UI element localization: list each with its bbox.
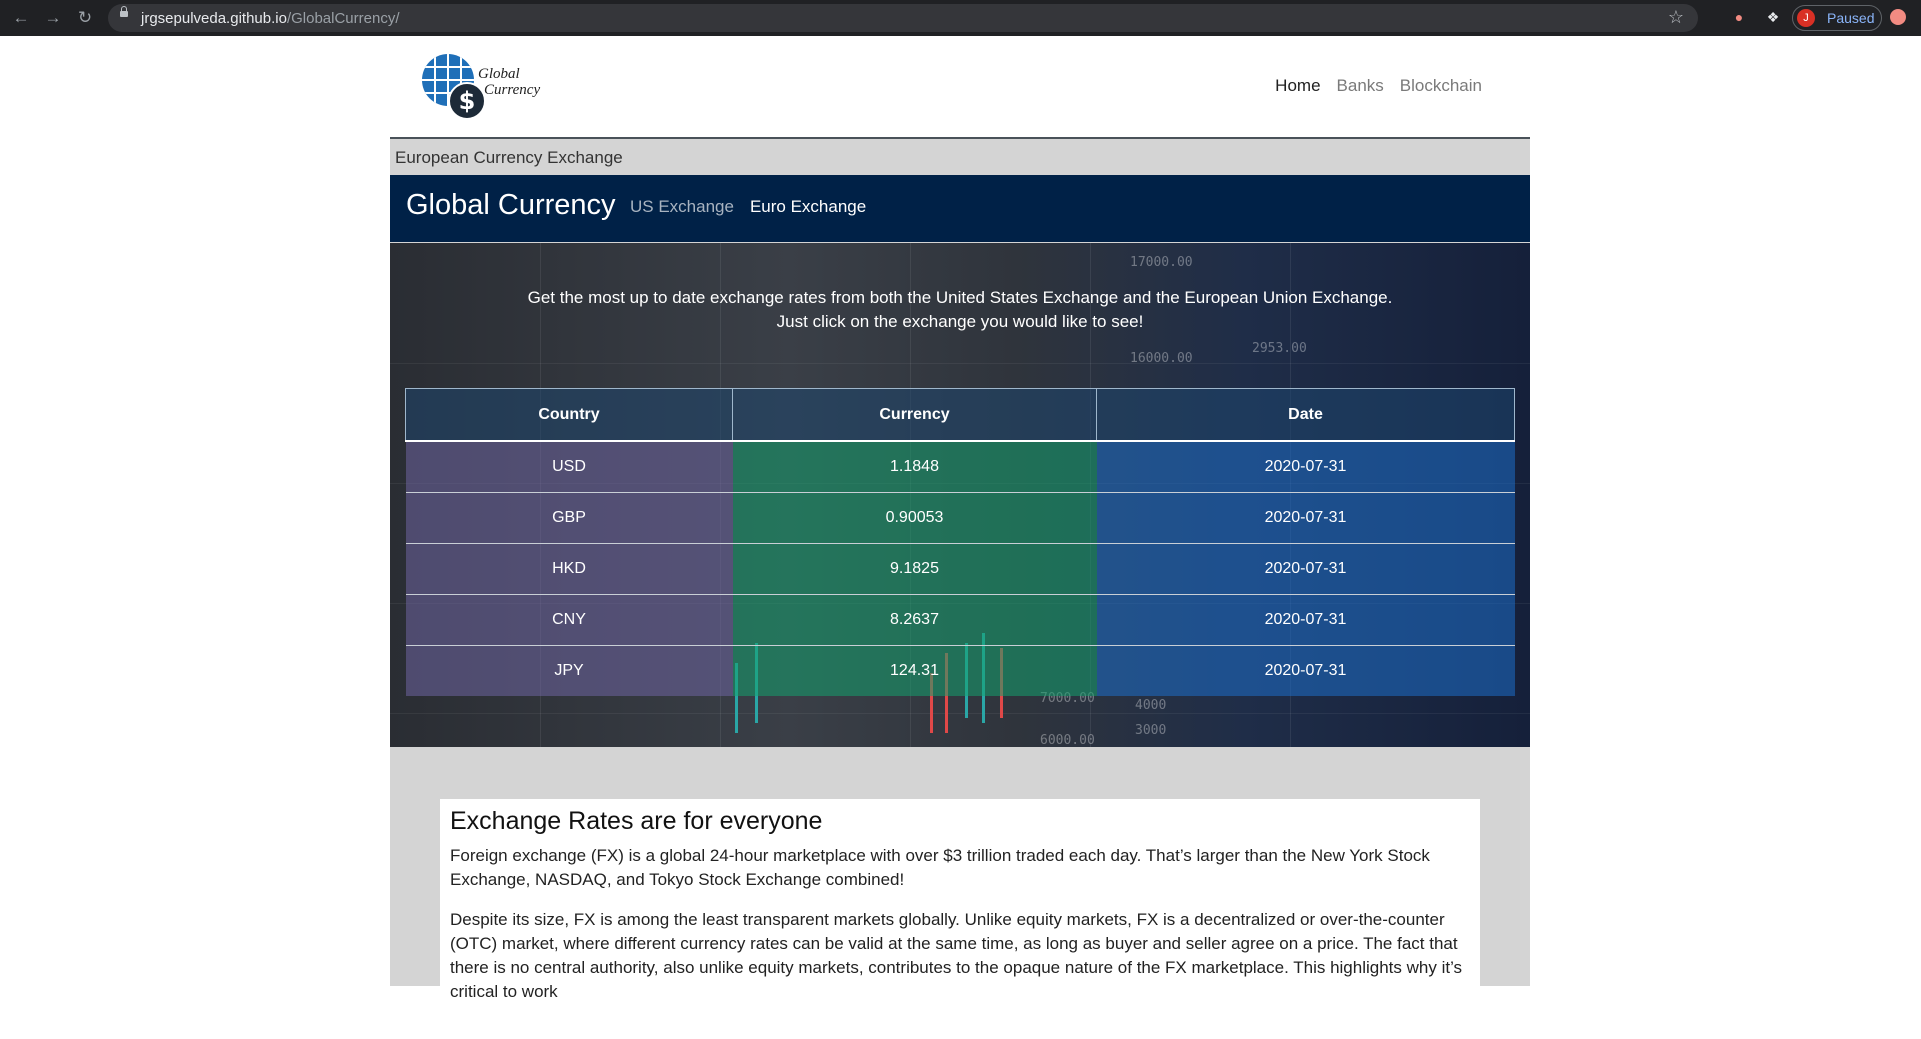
article-title: Exchange Rates are for everyone bbox=[450, 807, 823, 835]
euro-exchange-link[interactable]: Euro Exchange bbox=[750, 197, 866, 217]
table-row: USD 1.1848 2020-07-31 bbox=[405, 440, 1515, 493]
hero-section: 7000.00 6000.00 17000.00 16000.00 2953.0… bbox=[390, 243, 1530, 747]
hero-tick-label: 2953.00 bbox=[1252, 341, 1307, 356]
currency-cell: 124.31 bbox=[732, 645, 1097, 696]
nav-blockchain[interactable]: Blockchain bbox=[1400, 76, 1482, 96]
currency-cell: 9.1825 bbox=[732, 543, 1097, 595]
profile-status: Paused bbox=[1827, 10, 1875, 26]
table-row: JPY 124.31 2020-07-31 bbox=[405, 645, 1515, 696]
nav-home[interactable]: Home bbox=[1275, 76, 1320, 96]
exchange-navbar: Global Currency US Exchange Euro Exchang… bbox=[390, 175, 1530, 242]
hero-tick-label: 16000.00 bbox=[1130, 351, 1193, 366]
exchange-rates-table: Country Currency Date USD 1.1848 2020-07… bbox=[405, 388, 1515, 696]
country-cell: HKD bbox=[405, 543, 733, 595]
country-cell: JPY bbox=[405, 645, 733, 696]
main-nav: Home Banks Blockchain bbox=[1275, 76, 1482, 96]
page-subtitle: European Currency Exchange bbox=[395, 148, 623, 167]
date-cell: 2020-07-31 bbox=[1096, 492, 1515, 544]
table-row: CNY 8.2637 2020-07-31 bbox=[405, 594, 1515, 646]
hero-tick-label: 6000.00 bbox=[1040, 733, 1095, 747]
address-bar[interactable]: jrgsepulveda.github.io/GlobalCurrency/ ☆ bbox=[108, 4, 1698, 32]
date-cell: 2020-07-31 bbox=[1096, 594, 1515, 646]
date-cell: 2020-07-31 bbox=[1096, 543, 1515, 595]
table-row: HKD 9.1825 2020-07-31 bbox=[405, 543, 1515, 595]
browser-menu-icon[interactable] bbox=[1890, 9, 1906, 25]
extension-record-icon[interactable]: ● bbox=[1730, 8, 1748, 26]
avatar: J bbox=[1797, 9, 1815, 27]
intro-text: Get the most up to date exchange rates f… bbox=[527, 288, 1393, 331]
date-cell: 2020-07-31 bbox=[1096, 440, 1515, 493]
hero-tick-label: 17000.00 bbox=[1130, 255, 1193, 270]
country-cell: GBP bbox=[405, 492, 733, 544]
profile-button[interactable]: J Paused bbox=[1792, 5, 1882, 31]
col-header-date[interactable]: Date bbox=[1096, 388, 1515, 442]
hero-tick-label: 4000 bbox=[1135, 698, 1167, 713]
reload-icon[interactable]: ↻ bbox=[73, 7, 97, 29]
logo[interactable]: $ Global Currency bbox=[422, 54, 552, 120]
us-exchange-link[interactable]: US Exchange bbox=[630, 197, 734, 217]
col-header-country[interactable]: Country bbox=[405, 388, 733, 442]
article-card: Exchange Rates are for everyone Foreign … bbox=[440, 799, 1480, 1039]
date-cell: 2020-07-31 bbox=[1096, 645, 1515, 696]
browser-toolbar: ← → ↻ jrgsepulveda.github.io/GlobalCurre… bbox=[0, 0, 1921, 36]
logo-text: Global Currency bbox=[478, 66, 541, 98]
col-header-currency[interactable]: Currency bbox=[732, 388, 1097, 442]
navbar-brand[interactable]: Global Currency bbox=[406, 189, 616, 222]
article-paragraph: Despite its size, FX is among the least … bbox=[450, 910, 1463, 1001]
site-header: $ Global Currency Home Banks Blockchain bbox=[390, 36, 1530, 139]
country-cell: CNY bbox=[405, 594, 733, 646]
table-header-row: Country Currency Date bbox=[405, 388, 1515, 442]
forward-icon[interactable]: → bbox=[41, 7, 65, 29]
bookmark-star-icon[interactable]: ☆ bbox=[1668, 7, 1684, 28]
article-paragraph: Foreign exchange (FX) is a global 24-hou… bbox=[450, 846, 1430, 889]
url-text[interactable]: jrgsepulveda.github.io/GlobalCurrency/ bbox=[141, 10, 399, 27]
currency-cell: 0.90053 bbox=[732, 492, 1097, 544]
back-icon[interactable]: ← bbox=[9, 7, 33, 29]
nav-banks[interactable]: Banks bbox=[1337, 76, 1384, 96]
country-cell: USD bbox=[405, 440, 733, 493]
currency-cell: 1.1848 bbox=[732, 440, 1097, 493]
puzzle-extensions-icon[interactable]: ❖ bbox=[1764, 8, 1782, 26]
table-row: GBP 0.90053 2020-07-31 bbox=[405, 492, 1515, 544]
currency-cell: 8.2637 bbox=[732, 594, 1097, 646]
page-container: $ Global Currency Home Banks Blockchain … bbox=[390, 36, 1530, 1039]
lock-icon bbox=[120, 6, 128, 17]
hero-tick-label: 3000 bbox=[1135, 723, 1167, 738]
